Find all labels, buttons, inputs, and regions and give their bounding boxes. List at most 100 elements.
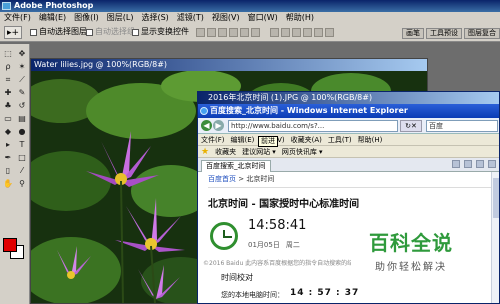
browser-address-row: ◀ ▶ http://www.baidu.com/s?... ↻✕ 百度 <box>198 118 499 134</box>
palette-well: 画笔 工具预设 图层复合 <box>402 28 500 39</box>
browser-menu-tools[interactable]: 工具(T) <box>325 134 355 145</box>
favorites-button[interactable]: 收藏夹 <box>215 147 236 157</box>
menu-edit[interactable]: 编辑(E) <box>35 12 70 24</box>
slice-tool-icon[interactable]: ⟋ <box>16 74 28 85</box>
lasso-tool-icon[interactable]: ρ <box>2 61 14 72</box>
move-tool-icon-2[interactable]: ✥ <box>16 48 28 59</box>
notes-tool-icon[interactable]: ▯ <box>2 165 14 176</box>
breadcrumb-home-link[interactable]: 百度首页 <box>208 175 236 183</box>
auto-select-group-option[interactable]: 自动选择组 <box>86 24 135 40</box>
dodge-tool-icon[interactable]: ● <box>16 126 28 137</box>
browser-menu-edit[interactable]: 编辑(E) <box>228 134 258 145</box>
zoom-tool-icon[interactable]: ⚲ <box>16 178 28 189</box>
scrollbar-thumb[interactable] <box>493 178 499 218</box>
browser-menu-help[interactable]: 帮助(H) <box>355 134 386 145</box>
feeds-icon[interactable] <box>464 160 472 168</box>
blur-tool-icon[interactable]: ◆ <box>2 126 14 137</box>
menu-view[interactable]: 视图(V) <box>208 12 244 24</box>
ie-document-titlebar[interactable]: 2016年北京时间 (1).JPG @ 100%(RGB/8#) <box>198 92 499 104</box>
browser-menu-favorites[interactable]: 收藏夹(A) <box>288 134 325 145</box>
history-brush-icon[interactable]: ↺ <box>16 100 28 111</box>
align-bottom-icon[interactable] <box>218 28 227 37</box>
align-left-icon[interactable] <box>229 28 238 37</box>
favorites-star-icon[interactable]: ★ <box>201 147 209 157</box>
ie-logo-icon <box>200 107 208 115</box>
auto-select-layer-label: 自动选择图层 <box>39 27 87 36</box>
magic-wand-tool-icon[interactable]: ✶ <box>16 61 28 72</box>
forward-arrow-icon[interactable]: ▶ <box>213 120 224 131</box>
browser-menu-file[interactable]: 文件(F) <box>198 134 228 145</box>
menu-help[interactable]: 帮助(H) <box>282 12 318 24</box>
clock-minute-hand <box>224 236 232 238</box>
palette-tab-layer-comps[interactable]: 图层复合 <box>464 28 500 39</box>
crop-tool-icon[interactable]: ⌗ <box>2 74 14 85</box>
move-tool-icon[interactable]: ▸+ <box>4 26 22 39</box>
search-box[interactable]: 百度 <box>426 120 498 132</box>
path-select-icon[interactable]: ▸ <box>2 139 14 150</box>
eraser-tool-icon[interactable]: ▭ <box>2 113 14 124</box>
eyedropper-tool-icon[interactable]: ⁄ <box>16 165 28 176</box>
refresh-stop-icon[interactable]: ↻✕ <box>400 120 422 132</box>
browser-tab-bar: 百度搜索_北京时间 <box>198 158 499 172</box>
distribute-middle-icon[interactable] <box>281 28 290 37</box>
align-top-icon[interactable] <box>196 28 205 37</box>
distribute-left-icon[interactable] <box>303 28 312 37</box>
marquee-tool-icon[interactable]: ⬚ <box>2 48 14 59</box>
menu-select[interactable]: 选择(S) <box>137 12 172 24</box>
healing-brush-icon[interactable]: ✚ <box>2 87 14 98</box>
gradient-tool-icon[interactable]: ▤ <box>16 113 28 124</box>
align-middle-icon[interactable] <box>207 28 216 37</box>
address-bar[interactable]: http://www.baidu.com/s?... <box>228 120 398 132</box>
divider <box>208 187 491 188</box>
auto-select-layer-option[interactable]: 自动选择图层 <box>30 24 87 40</box>
show-transform-controls-checkbox[interactable] <box>132 28 139 36</box>
section-title: 时间校对 <box>221 273 253 282</box>
type-tool-icon[interactable]: T <box>16 139 28 150</box>
distribute-bottom-icon[interactable] <box>292 28 301 37</box>
menu-layer[interactable]: 图层(L) <box>103 12 138 24</box>
suggested-sites-link[interactable]: 建议网站 ▾ <box>242 147 276 157</box>
align-center-icon[interactable] <box>240 28 249 37</box>
align-right-icon[interactable] <box>251 28 260 37</box>
tool-grid: ⬚ ✥ ρ ✶ ⌗ ⟋ ✚ ✎ ♣ ↺ ▭ ▤ ◆ ● ▸ T ✒ □ ▯ ⁄ ✋ ⚲ <box>2 48 28 189</box>
hand-tool-icon[interactable]: ✋ <box>2 178 14 189</box>
shape-tool-icon[interactable]: □ <box>16 152 28 163</box>
distribute-center-icon[interactable] <box>314 28 323 37</box>
menu-filter[interactable]: 滤镜(T) <box>173 12 208 24</box>
menu-file[interactable]: 文件(F) <box>0 12 35 24</box>
document-title: Water lilies.jpg @ 100%(RGB/8#) <box>34 60 168 69</box>
toolbox: ⬚ ✥ ρ ✶ ⌗ ⟋ ✚ ✎ ♣ ↺ ▭ ▤ ◆ ● ▸ T ✒ □ ▯ ⁄ ✋ ⚲ <box>0 44 30 304</box>
show-transform-controls-option[interactable]: 显示变换控件 <box>132 24 189 40</box>
align-buttons <box>196 28 260 37</box>
current-weekday: 周二 <box>285 241 300 249</box>
mail-icon[interactable] <box>476 160 484 168</box>
browser-titlebar: 百度搜索_北京时间 - Windows Internet Explorer <box>198 104 499 118</box>
menu-image[interactable]: 图像(I) <box>70 12 103 24</box>
photoshop-app-icon <box>2 2 11 10</box>
local-time-value: 14 : 57 : 37 <box>290 288 360 298</box>
browser-tab[interactable]: 百度搜索_北京时间 <box>201 160 271 172</box>
forward-tooltip: 前进 <box>258 136 278 147</box>
distribute-top-icon[interactable] <box>270 28 279 37</box>
back-arrow-icon[interactable]: ◀ <box>201 120 212 131</box>
browser-title: 百度搜索_北京时间 - Windows Internet Explorer <box>210 106 408 115</box>
document-titlebar[interactable]: Water lilies.jpg @ 100%(RGB/8#) <box>31 59 427 71</box>
clone-stamp-icon[interactable]: ♣ <box>2 100 14 111</box>
photoshop-titlebar: Adobe Photoshop <box>0 0 500 12</box>
home-icon[interactable] <box>452 160 460 168</box>
auto-select-layer-checkbox[interactable] <box>30 28 37 36</box>
photoshop-title: Adobe Photoshop <box>14 1 94 10</box>
current-date: 01月05日 <box>248 241 280 249</box>
web-slice-gallery-link[interactable]: 网页快讯库 ▾ <box>282 147 323 157</box>
print-icon[interactable] <box>488 160 496 168</box>
browser-scrollbar[interactable] <box>491 172 499 303</box>
menu-window[interactable]: 窗口(W) <box>244 12 282 24</box>
foreground-color-swatch[interactable] <box>3 238 17 252</box>
palette-tab-tool-presets[interactable]: 工具预设 <box>426 28 462 39</box>
distribute-right-icon[interactable] <box>325 28 334 37</box>
auto-select-group-checkbox[interactable] <box>86 28 93 36</box>
pen-tool-icon[interactable]: ✒ <box>2 152 14 163</box>
breadcrumb: 百度首页 > 北京时间 <box>208 172 491 184</box>
brush-tool-icon[interactable]: ✎ <box>16 87 28 98</box>
palette-tab-brushes[interactable]: 画笔 <box>402 28 424 39</box>
